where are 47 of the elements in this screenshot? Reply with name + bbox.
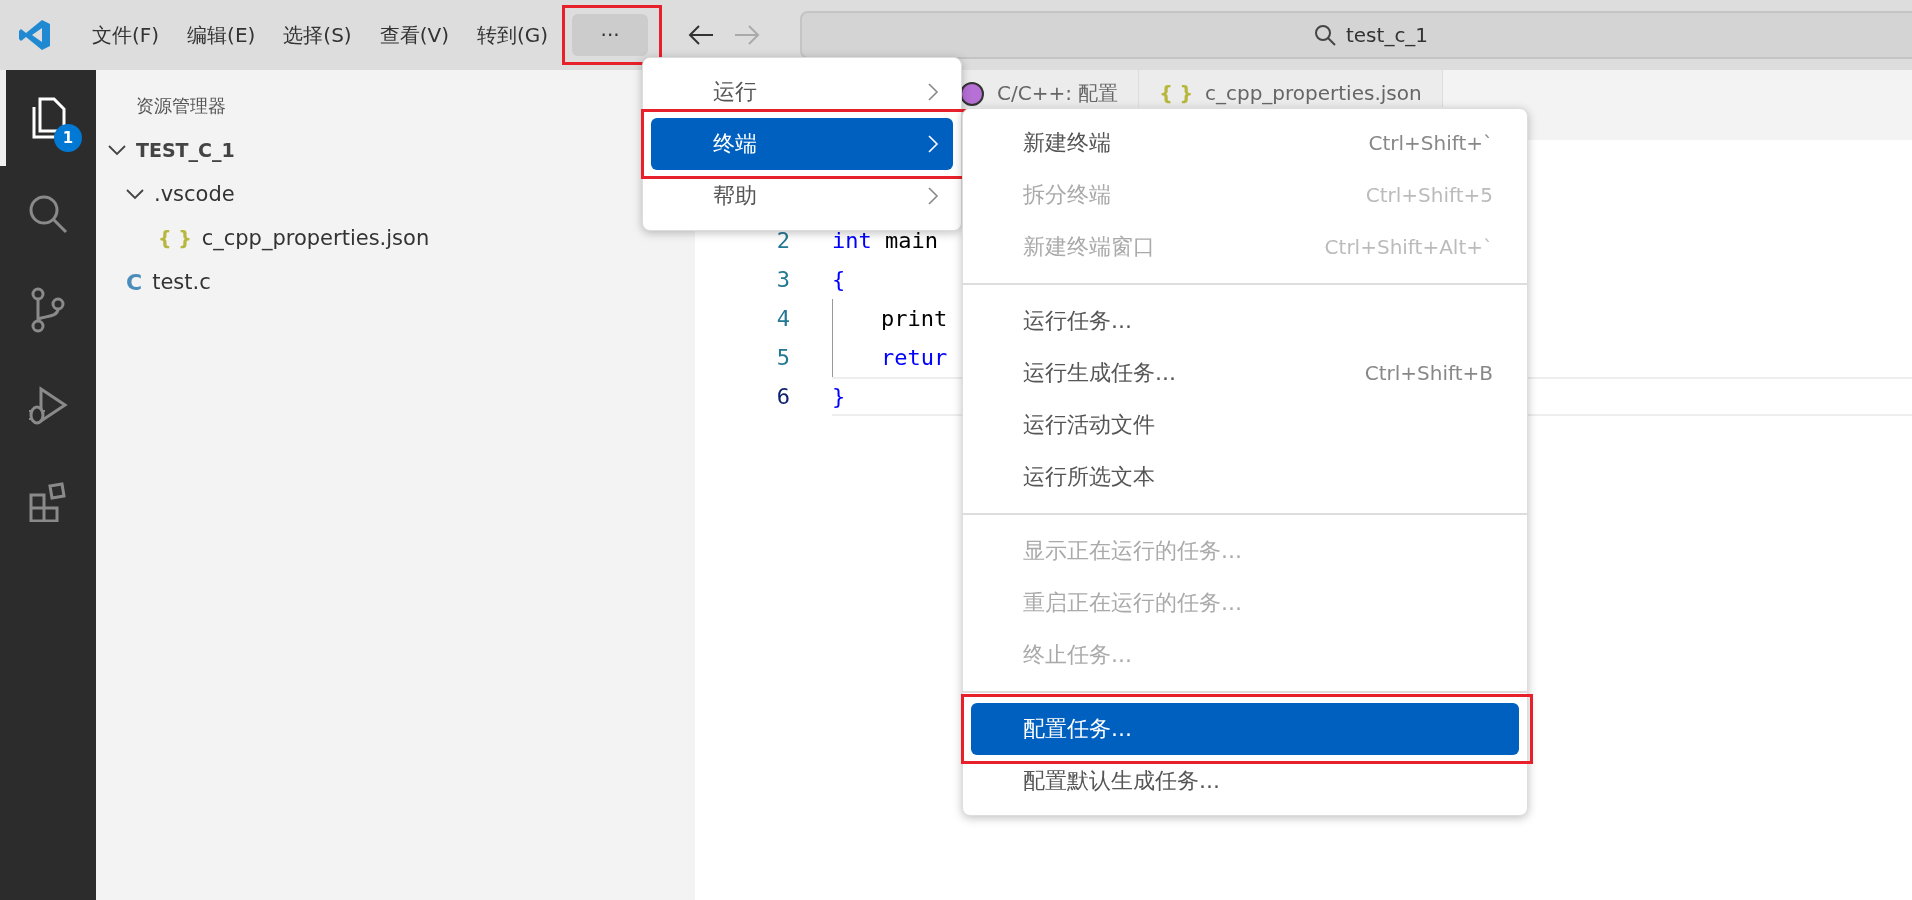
code-line: } bbox=[832, 384, 846, 409]
chevron-icon bbox=[927, 134, 939, 154]
chevron-down-icon bbox=[108, 144, 126, 156]
menu-item[interactable]: 运行任务... bbox=[971, 295, 1519, 347]
editor-tab[interactable]: { } c_cpp_properties.json bbox=[1139, 70, 1443, 107]
menu-item[interactable]: 编辑(E) bbox=[173, 13, 270, 57]
menu-item[interactable]: 转到(G) bbox=[462, 13, 563, 57]
chevron-icon bbox=[927, 82, 939, 102]
file-type-icon: { } bbox=[1159, 81, 1193, 105]
menu-item[interactable]: 运行 bbox=[651, 66, 953, 118]
file-type-icon: { } bbox=[158, 227, 192, 249]
chevron-down-icon bbox=[126, 188, 144, 200]
tree-item[interactable]: C test.c bbox=[96, 260, 695, 304]
menu-item[interactable]: 运行活动文件 bbox=[971, 399, 1519, 451]
search-value: test_c_1 bbox=[1345, 23, 1429, 47]
extensions-icon bbox=[28, 482, 68, 522]
more-menu-button[interactable]: ··· bbox=[572, 14, 649, 56]
code-line: print bbox=[881, 306, 948, 331]
menu-item[interactable]: 选择(S) bbox=[269, 13, 366, 57]
line-number: 2 bbox=[775, 228, 790, 253]
menu-item[interactable]: 查看(V) bbox=[365, 13, 463, 57]
file-type-icon: C bbox=[126, 269, 143, 295]
search-icon bbox=[1313, 24, 1336, 46]
back-icon[interactable] bbox=[688, 24, 715, 46]
code-line: int main bbox=[832, 228, 938, 253]
branch-icon bbox=[30, 287, 66, 333]
line-number: 6 bbox=[775, 384, 790, 409]
menu-item[interactable]: 终端 bbox=[651, 118, 953, 170]
menu-item[interactable]: 运行生成任务... Ctrl+Shift+B bbox=[971, 347, 1519, 399]
chevron-icon bbox=[927, 186, 939, 206]
menu-item[interactable]: 文件(F) bbox=[78, 13, 174, 57]
line-number: 4 bbox=[775, 306, 790, 331]
sidebar-title: 资源管理器 bbox=[135, 94, 227, 118]
search-field[interactable]: test_c_1 bbox=[800, 11, 1912, 59]
menu-item[interactable]: 运行所选文本 bbox=[971, 451, 1519, 503]
run-debug-icon bbox=[27, 385, 69, 427]
menu-item[interactable]: 配置任务... bbox=[971, 703, 1519, 755]
menu-item[interactable]: 配置默认生成任务... bbox=[971, 755, 1519, 807]
line-number: 5 bbox=[775, 345, 790, 370]
app-logo bbox=[18, 18, 52, 52]
code-line: { bbox=[832, 267, 846, 292]
search-icon bbox=[27, 193, 69, 235]
code-line: retur bbox=[881, 345, 948, 370]
line-number: 3 bbox=[775, 267, 790, 292]
count-badge: 1 bbox=[54, 124, 82, 152]
circle-icon bbox=[959, 81, 985, 107]
menu-item[interactable]: 新建终端 Ctrl+Shift+` bbox=[971, 117, 1519, 169]
